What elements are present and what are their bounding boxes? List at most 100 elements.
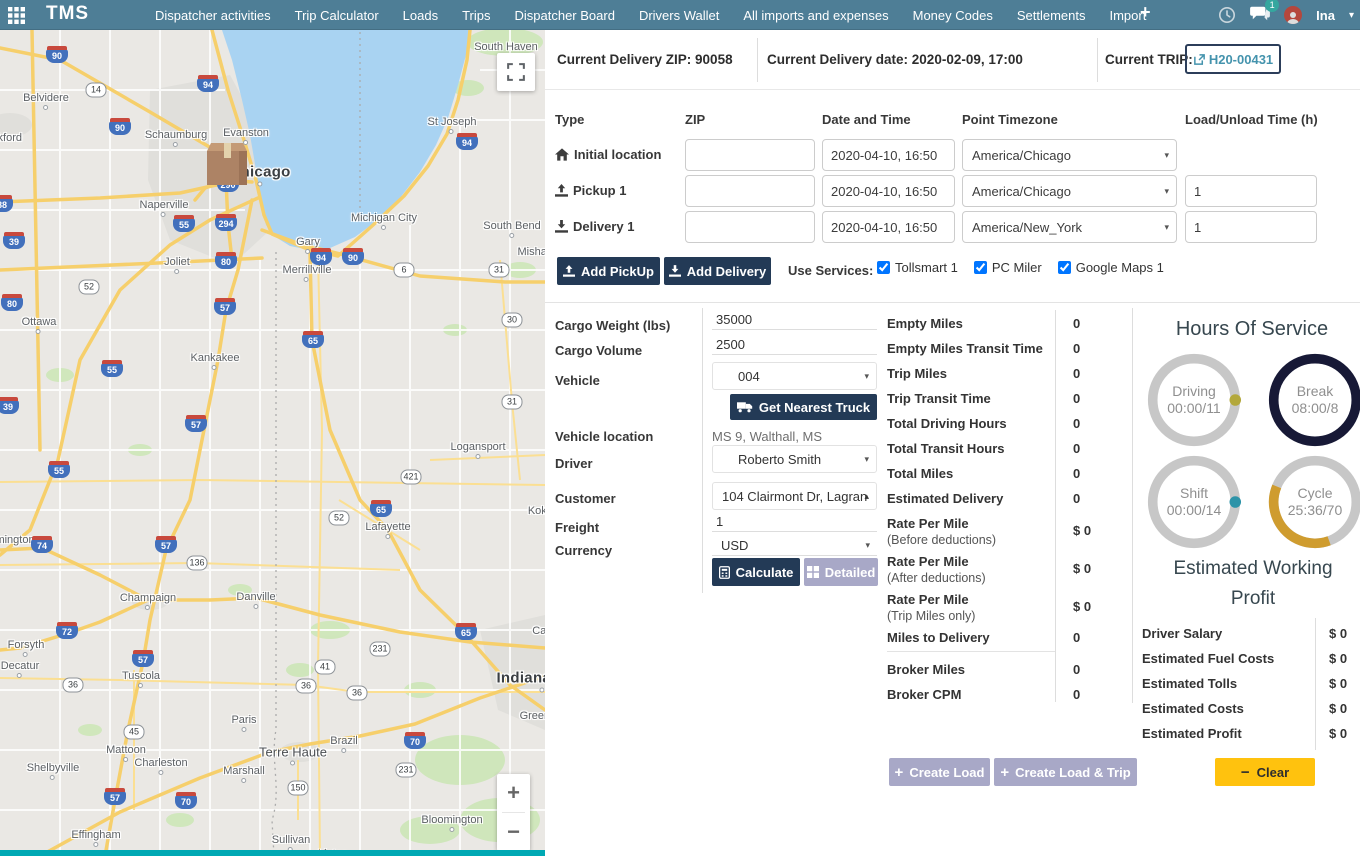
nav-item-trip-calculator[interactable]: Trip Calculator	[295, 8, 379, 23]
gauge-value: 25:36/70	[1288, 502, 1343, 519]
driver-select[interactable]: Roberto Smith ▾	[712, 445, 877, 473]
result-value: $ 0	[1063, 588, 1091, 626]
nav-item-trips[interactable]: Trips	[462, 8, 490, 23]
map-city-label-south-haven: South Haven	[474, 41, 538, 53]
clear-button[interactable]: − Clear	[1215, 758, 1315, 786]
vehicle-select[interactable]: 004 ▾	[712, 362, 877, 390]
map-city-label-decatur: Decatur	[1, 660, 40, 672]
chat-icon[interactable]: 1	[1250, 4, 1270, 27]
nav-item-dispatcher-board[interactable]: Dispatcher Board	[514, 8, 614, 23]
result-value: 0	[1063, 462, 1080, 487]
result-value: $ 0	[1063, 550, 1091, 588]
col-header-datetime: Date and Time	[822, 112, 911, 127]
timezone-select-pickup-1[interactable]: America/Chicago ▾	[962, 175, 1177, 207]
gauge-value: 00:00/11	[1167, 400, 1220, 417]
get-nearest-truck-button[interactable]: Get Nearest Truck	[730, 394, 877, 420]
nav-item-drivers-wallet[interactable]: Drivers Wallet	[639, 8, 719, 23]
checkbox-google-maps-1[interactable]	[1058, 261, 1071, 274]
col-header-load-time: Load/Unload Time (h)	[1185, 112, 1318, 127]
datetime-input-delivery-1[interactable]	[822, 211, 955, 243]
map-city-dot	[23, 652, 28, 657]
service-label: PC Miler	[992, 260, 1042, 275]
clock-icon[interactable]	[1218, 6, 1236, 24]
result-row-empty-miles-transit-time: Empty Miles Transit Time0	[887, 337, 1133, 362]
checkbox-pc-miler[interactable]	[974, 261, 987, 274]
map-city-label-sullivan: Sullivan	[272, 834, 311, 846]
profit-values-divider	[1315, 618, 1316, 750]
checkbox-tollsmart-1[interactable]	[877, 261, 890, 274]
user-name[interactable]: Ina	[1316, 8, 1335, 23]
map-city-dot	[304, 277, 309, 282]
current-trip-number[interactable]: H20-00431	[1209, 52, 1273, 67]
nav-item-loads[interactable]: Loads	[403, 8, 438, 23]
highway-shield-interstate-88: 88	[0, 198, 13, 212]
timezone-select-delivery-1[interactable]: America/New_York ▾	[962, 211, 1177, 243]
gauge-name: Cycle	[1297, 485, 1332, 502]
map-city-label-bloomington: Bloomington	[0, 534, 35, 546]
map-city-label-joliet: Joliet	[164, 256, 190, 268]
col-header-zip: ZIP	[685, 112, 705, 127]
map-city-dot	[449, 827, 454, 832]
highway-shield-interstate-72: 72	[56, 625, 78, 639]
current-delivery-zip: Current Delivery ZIP: 90058	[557, 52, 733, 67]
currency-label: Currency	[555, 543, 612, 558]
datetime-input-initial[interactable]	[822, 139, 955, 171]
profit-label: Estimated Tolls	[1142, 672, 1315, 697]
delivery-download-icon	[669, 265, 681, 278]
result-sublabel: (After deductions)	[887, 570, 1063, 587]
zoom-in-button[interactable]: +	[497, 774, 530, 812]
customer-select[interactable]: 104 Clairmont Dr, Lagran ▴	[712, 482, 877, 510]
nav-item-settlements[interactable]: Settlements	[1017, 8, 1086, 23]
zoom-out-button[interactable]: −	[497, 813, 530, 851]
result-label: Broker Miles	[887, 658, 1063, 683]
map-canvas[interactable]: South HavenRockfordBelvidereSchaumburgEv…	[0, 30, 545, 856]
create-load-trip-button[interactable]: + Create Load & Trip	[994, 758, 1137, 786]
map-city-label-greenwood: Greenwood	[520, 710, 545, 722]
map-bottom-strip	[0, 850, 545, 856]
nav-item-dispatcher-activities[interactable]: Dispatcher activities	[155, 8, 271, 23]
zip-input-delivery-1[interactable]	[685, 211, 815, 243]
result-value: 0	[1063, 658, 1080, 683]
currency-select[interactable]: USD ▾	[712, 536, 877, 556]
service-checkbox-tollsmart-1[interactable]: Tollsmart 1	[877, 260, 958, 275]
broker-divider	[887, 651, 1055, 652]
table-grid-icon	[807, 566, 819, 578]
cargo-volume-input[interactable]	[712, 335, 877, 355]
create-load-button[interactable]: + Create Load	[889, 758, 990, 786]
result-label: Estimated Delivery	[887, 487, 1063, 512]
vehicle-label: Vehicle	[555, 373, 600, 388]
result-row-total-transit-hours: Total Transit Hours0	[887, 437, 1133, 462]
load-time-input-pickup-1[interactable]	[1185, 175, 1317, 207]
zip-input-pickup-1[interactable]	[685, 175, 815, 207]
add-pickup-button[interactable]: Add PickUp	[557, 257, 660, 285]
nav-item-all-imports-and-expenses[interactable]: All imports and expenses	[743, 8, 888, 23]
highway-shield-us-31: 31	[502, 395, 523, 410]
map-city-label-south-bend: South Bend	[483, 220, 541, 232]
fullscreen-button[interactable]	[497, 53, 535, 91]
zip-input-initial[interactable]	[685, 139, 815, 171]
package-marker-icon[interactable]	[203, 141, 251, 189]
calculate-button[interactable]: Calculate	[712, 558, 800, 586]
caret-down-icon: ▾	[1164, 150, 1169, 161]
result-value: 0	[1063, 437, 1080, 462]
detailed-button[interactable]: Detailed	[804, 558, 878, 586]
current-trip-link-box[interactable]: H20-00431	[1185, 44, 1281, 74]
highway-shield-interstate-57: 57	[155, 539, 177, 553]
apps-grid-icon[interactable]	[8, 7, 25, 24]
service-checkbox-google-maps-1[interactable]: Google Maps 1	[1058, 260, 1164, 275]
add-menu-icon[interactable]: +	[1140, 2, 1151, 23]
timezone-select-initial[interactable]: America/Chicago ▾	[962, 139, 1177, 171]
add-delivery-button[interactable]: Add Delivery	[664, 257, 771, 285]
result-value: 0	[1063, 487, 1080, 512]
caret-down-icon[interactable]: ▾	[1349, 10, 1354, 21]
freight-input[interactable]	[712, 512, 877, 532]
avatar[interactable]	[1284, 6, 1302, 24]
load-time-input-delivery-1[interactable]	[1185, 211, 1317, 243]
cargo-weight-input[interactable]	[712, 310, 877, 330]
create-load-trip-label: Create Load & Trip	[1015, 765, 1131, 780]
customer-label: Customer	[555, 491, 616, 506]
app-brand[interactable]: TMS	[46, 3, 89, 25]
nav-item-money-codes[interactable]: Money Codes	[913, 8, 993, 23]
datetime-input-pickup-1[interactable]	[822, 175, 955, 207]
service-checkbox-pc-miler[interactable]: PC Miler	[974, 260, 1042, 275]
